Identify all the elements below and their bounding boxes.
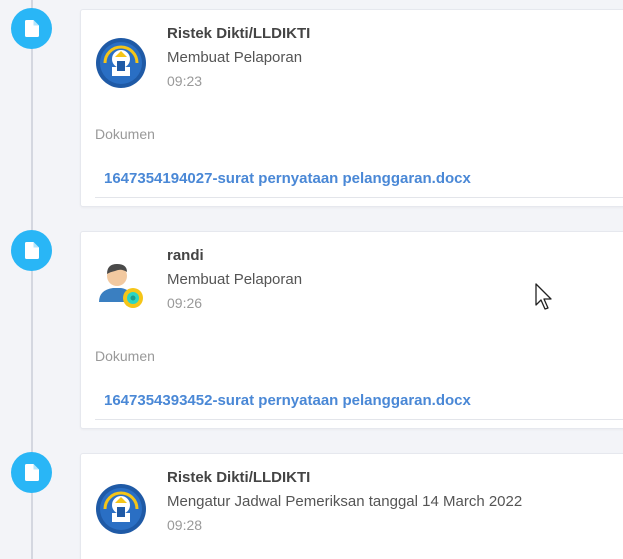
timeline-card: randi Membuat Pelaporan 09:26 Dokumen 16… bbox=[80, 231, 623, 429]
entry-action: Mengatur Jadwal Pemeriksan tanggal 14 Ma… bbox=[167, 493, 523, 510]
document-divider bbox=[95, 197, 623, 198]
entry-action: Membuat Pelaporan bbox=[167, 271, 303, 288]
entry-time: 09:26 bbox=[167, 295, 203, 311]
entry-author: Ristek Dikti/LLDIKTI bbox=[167, 25, 311, 42]
timeline-card: Ristek Dikti/LLDIKTI Membuat Pelaporan 0… bbox=[80, 9, 623, 207]
activity-timeline: Ristek Dikti/LLDIKTI Membuat Pelaporan 0… bbox=[0, 0, 623, 559]
ristekdikti-logo-icon bbox=[95, 483, 147, 535]
file-icon bbox=[11, 230, 52, 271]
document-divider bbox=[95, 419, 623, 420]
timeline-card: Ristek Dikti/LLDIKTI Mengatur Jadwal Pem… bbox=[80, 453, 623, 559]
documents-label: Dokumen bbox=[95, 126, 155, 142]
document-link[interactable]: 1647354194027-surat pernyataan pelanggar… bbox=[104, 170, 471, 187]
document-link[interactable]: 1647354393452-surat pernyataan pelanggar… bbox=[104, 392, 471, 409]
user-gear-avatar-icon bbox=[95, 258, 147, 310]
ristekdikti-logo-icon bbox=[95, 37, 147, 89]
entry-author: randi bbox=[167, 247, 204, 264]
entry-time: 09:23 bbox=[167, 73, 203, 89]
entry-action: Membuat Pelaporan bbox=[167, 49, 303, 66]
entry-author: Ristek Dikti/LLDIKTI bbox=[167, 469, 311, 486]
entry-time: 09:28 bbox=[167, 517, 203, 533]
documents-label: Dokumen bbox=[95, 348, 155, 364]
file-icon bbox=[11, 452, 52, 493]
mouse-cursor-icon bbox=[535, 283, 552, 310]
file-icon bbox=[11, 8, 52, 49]
